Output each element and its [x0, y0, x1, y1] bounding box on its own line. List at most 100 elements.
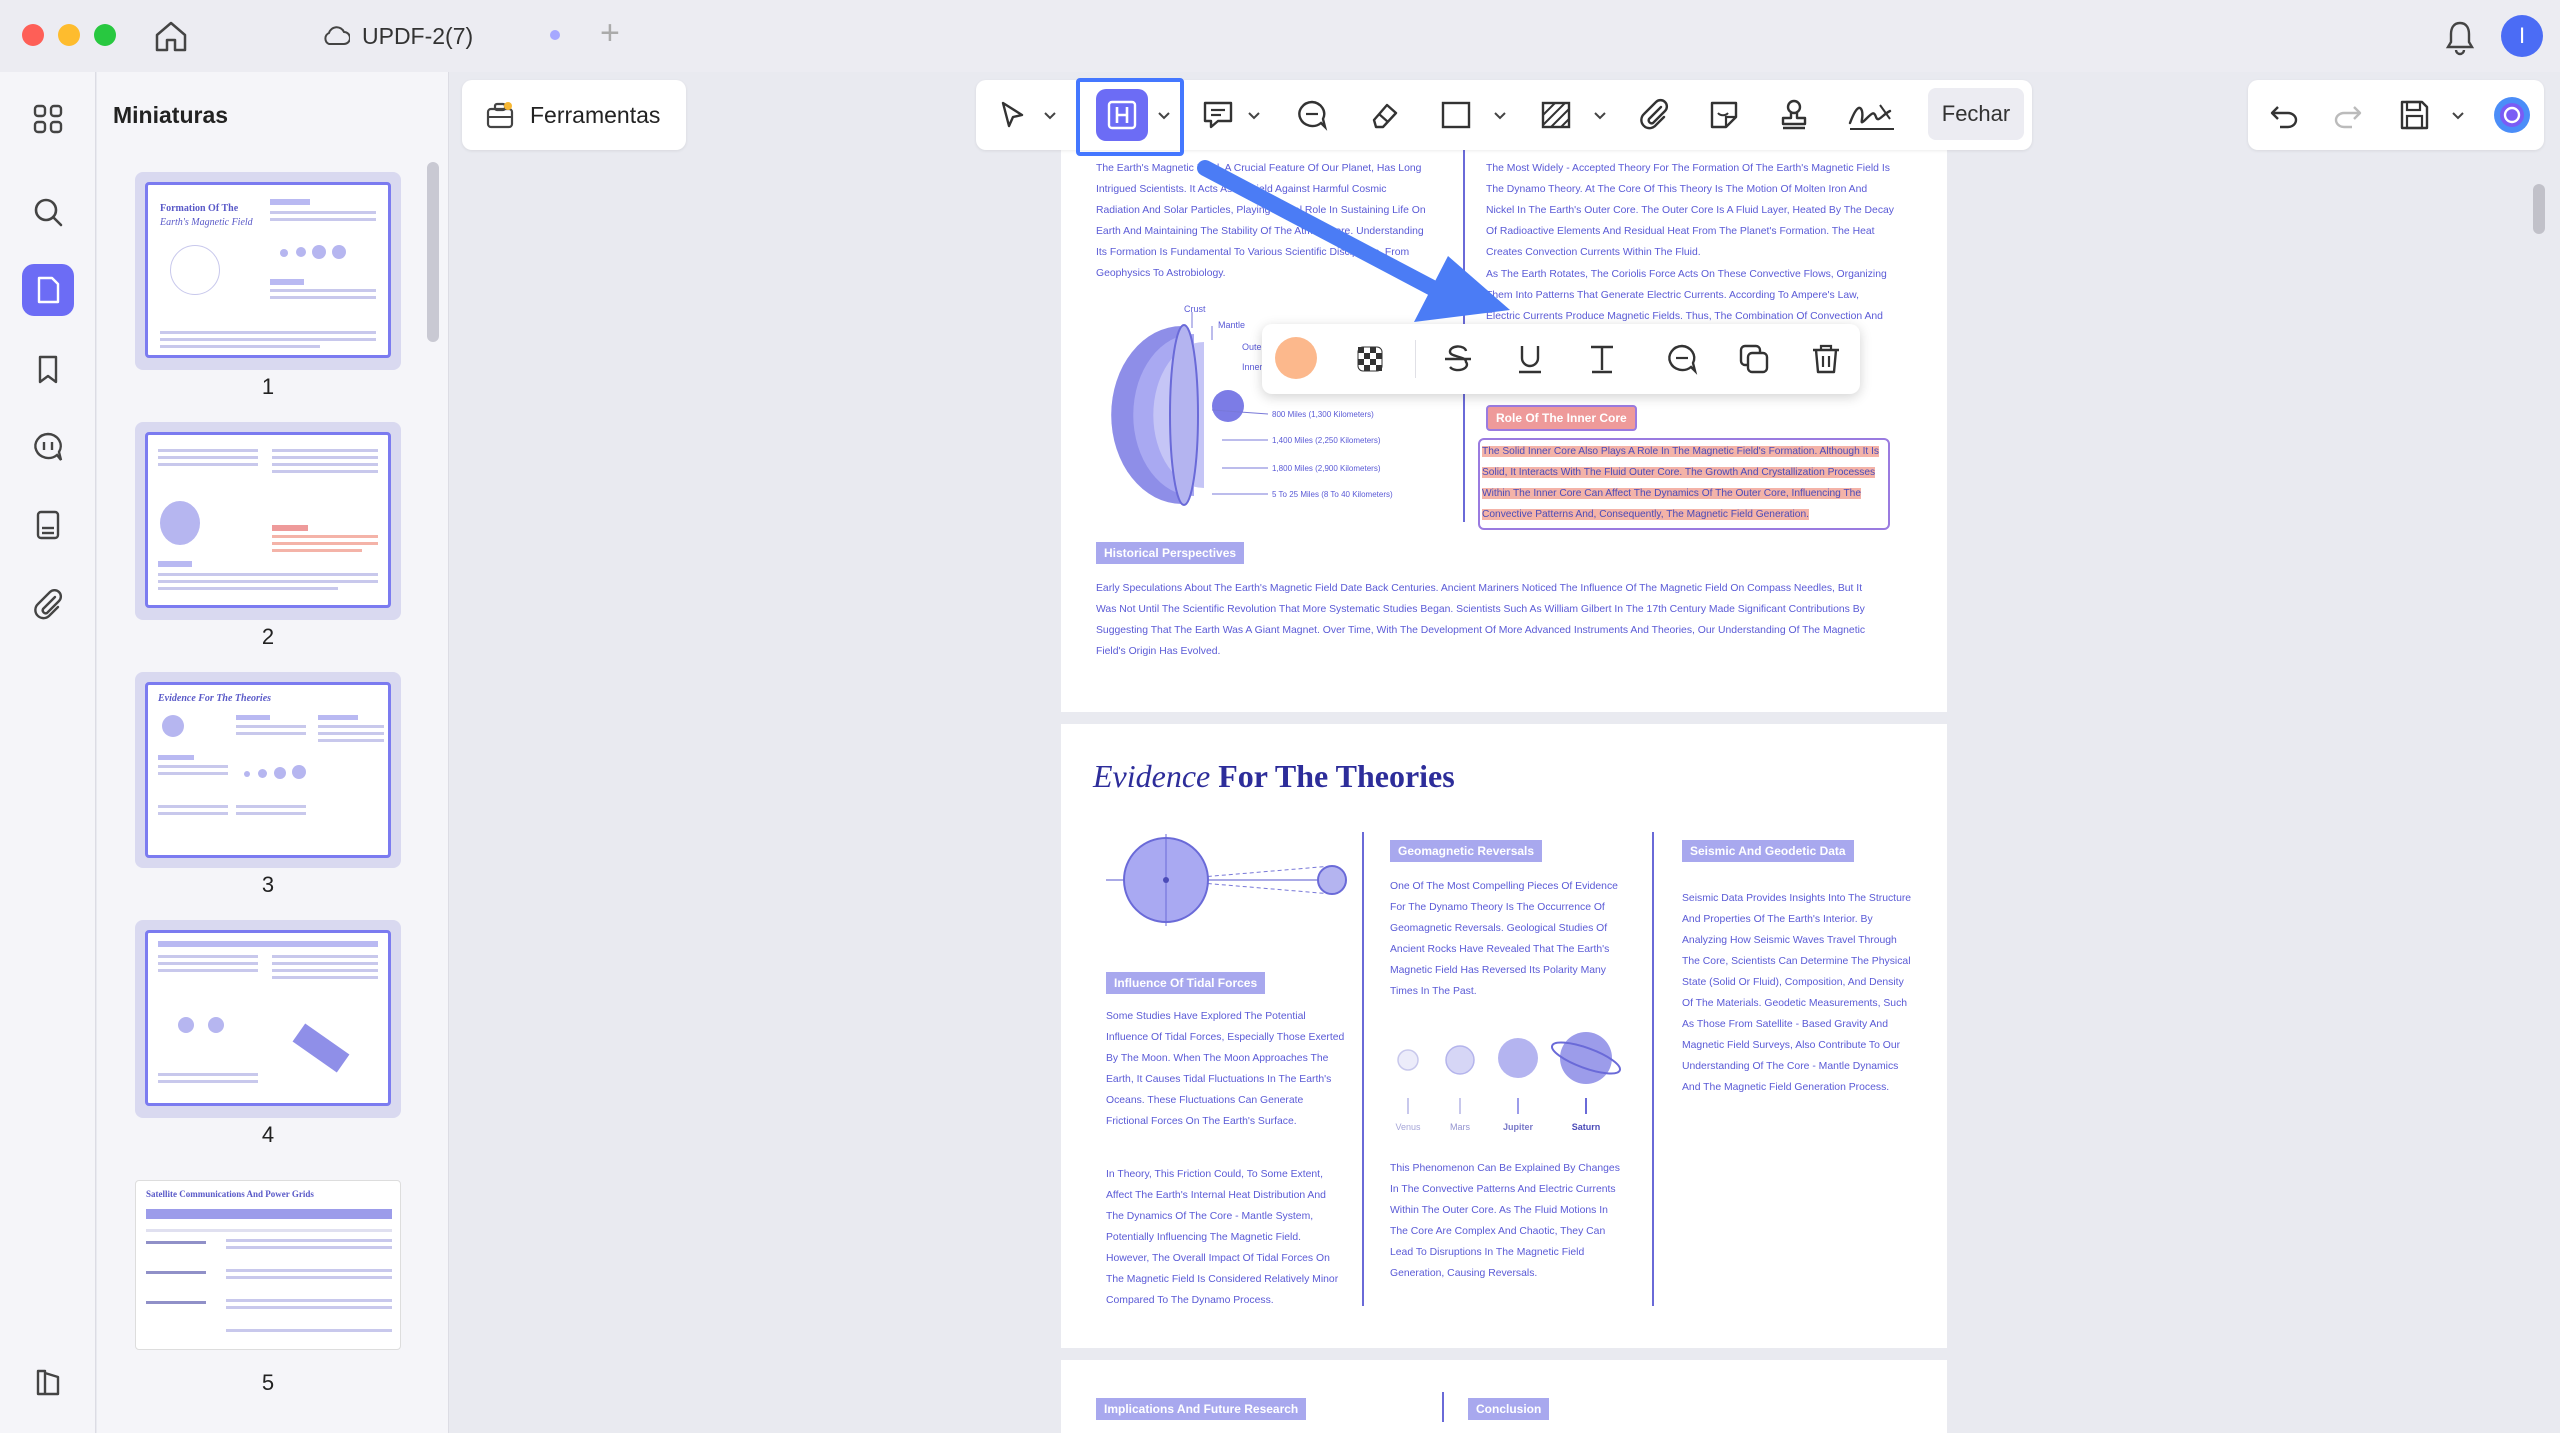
cloud-icon	[324, 26, 350, 45]
sticker-icon[interactable]	[1706, 97, 1742, 133]
seismic-badge[interactable]: Seismic And Geodetic Data	[1682, 840, 1854, 862]
copy-icon[interactable]	[1736, 341, 1772, 377]
attachment-icon[interactable]	[1636, 97, 1672, 133]
inner-core-text[interactable]: The Solid Inner Core Also Plays A Role I…	[1482, 441, 1887, 525]
seismic-text[interactable]: Seismic Data Provides Insights Into The …	[1682, 888, 1914, 1098]
planet-label: Mars	[1450, 1122, 1470, 1132]
rectangle-icon[interactable]	[1438, 97, 1474, 133]
bookmark-icon[interactable]	[22, 343, 74, 395]
forms-icon[interactable]	[22, 499, 74, 551]
tidal-text-2[interactable]: In Theory, This Friction Could, To Some …	[1106, 1164, 1346, 1311]
title-bar: UPDF-2(7) + I	[0, 0, 2560, 72]
panel-title: Miniaturas	[113, 102, 229, 128]
tidal-forces-diagram	[1106, 834, 1347, 926]
underline-icon[interactable]	[1512, 341, 1548, 377]
thumbnail-page-3[interactable]: Evidence For The Theories	[135, 672, 401, 868]
thumbnail-page-1[interactable]: Formation Of The Earth's Magnetic Field	[135, 172, 401, 370]
intro-right-text[interactable]: The Most Widely - Accepted Theory For Th…	[1486, 158, 1894, 263]
pdf-page-3[interactable]	[1061, 1360, 1947, 1433]
depth-label: 1,400 Miles (2,250 Kilometers)	[1272, 436, 1381, 445]
bell-icon[interactable]	[2442, 18, 2478, 56]
highlight-icon	[1107, 100, 1137, 130]
history-toolbar	[2248, 80, 2544, 150]
chevron-down-icon[interactable]	[1248, 112, 1260, 120]
ai-assistant-icon[interactable]	[2492, 95, 2532, 135]
column-divider	[1442, 1392, 1444, 1422]
avatar[interactable]: I	[2501, 15, 2543, 57]
note-icon[interactable]	[1294, 97, 1330, 133]
thumbnail-title: Evidence For The Theories	[158, 693, 272, 704]
document-tab[interactable]: UPDF-2(7)	[322, 18, 473, 54]
thumbnail-number: 4	[261, 1122, 275, 1147]
planet-label: Jupiter	[1503, 1122, 1534, 1132]
text-icon[interactable]	[1584, 341, 1620, 377]
geomagnetic-badge[interactable]: Geomagnetic Reversals	[1390, 840, 1543, 862]
implications-badge[interactable]: Implications And Future Research	[1096, 1398, 1307, 1420]
chevron-down-icon[interactable]	[1044, 112, 1056, 120]
comment-icon[interactable]	[1664, 341, 1700, 377]
inner-core-badge[interactable]: Role Of The Inner Core	[1486, 405, 1637, 431]
signature-icon[interactable]	[1846, 97, 1898, 133]
thumbnail-number: 3	[261, 872, 275, 897]
chevron-down-icon[interactable]	[1494, 112, 1506, 120]
highlight-color-swatch[interactable]	[1275, 337, 1317, 379]
save-icon[interactable]	[2396, 97, 2432, 133]
planets-diagram: Venus Mars Jupiter Saturn	[1395, 1032, 1622, 1132]
thumbnail-number: 1	[261, 374, 275, 399]
new-tab-button[interactable]: +	[600, 16, 620, 50]
layer-label: Mantle	[1218, 320, 1245, 330]
strikethrough-icon[interactable]	[1440, 341, 1476, 377]
thumbnail-page-5[interactable]: Satellite Communications And Power Grids	[135, 1180, 401, 1352]
opacity-icon[interactable]	[1352, 341, 1388, 377]
thumbnail-page-4[interactable]	[135, 920, 401, 1118]
close-editing-button[interactable]: Fechar	[1928, 88, 2024, 140]
minimize-window-button[interactable]	[58, 24, 80, 46]
close-window-button[interactable]	[22, 24, 44, 46]
thumbnails-scrollbar[interactable]	[427, 162, 439, 342]
phenomenon-text[interactable]: This Phenomenon Can Be Explained By Chan…	[1390, 1158, 1626, 1284]
thumbnail-page-2[interactable]	[135, 422, 401, 620]
thumbnail-number: 5	[261, 1370, 275, 1395]
chevron-down-icon[interactable]	[2452, 112, 2464, 120]
zoom-window-button[interactable]	[94, 24, 116, 46]
select-icon[interactable]	[994, 97, 1030, 133]
search-icon[interactable]	[22, 186, 74, 238]
home-icon[interactable]	[152, 18, 190, 54]
historical-text[interactable]: Early Speculations About The Earth's Mag…	[1096, 578, 1866, 662]
text-comment-icon[interactable]	[1200, 97, 1236, 133]
planet-label: Saturn	[1572, 1122, 1601, 1132]
eraser-icon[interactable]	[1366, 97, 1402, 133]
undo-icon[interactable]	[2266, 97, 2302, 133]
toolbar-divider	[1415, 340, 1416, 378]
highlight-properties-toolbar	[1262, 324, 1860, 394]
conclusion-badge[interactable]: Conclusion	[1468, 1398, 1550, 1420]
delete-icon[interactable]	[1808, 341, 1844, 377]
historical-badge[interactable]: Historical Perspectives	[1096, 542, 1245, 564]
grid-icon[interactable]	[22, 93, 74, 145]
planet-label: Venus	[1395, 1122, 1421, 1132]
intro-left-text[interactable]: The Earth's Magnetic Field, A Crucial Fe…	[1096, 158, 1426, 284]
thumbnail-subtitle: Earth's Magnetic Field	[160, 217, 253, 228]
geomagnetic-text[interactable]: One Of The Most Compelling Pieces Of Evi…	[1390, 876, 1626, 1002]
document-title: UPDF-2(7)	[362, 22, 474, 49]
tidal-text[interactable]: Some Studies Have Explored The Potential…	[1106, 1006, 1346, 1132]
tools-button[interactable]: Ferramentas	[462, 80, 686, 150]
pages-icon[interactable]	[22, 264, 74, 316]
chevron-down-icon[interactable]	[1594, 112, 1606, 120]
document-scrollbar[interactable]	[2533, 184, 2545, 234]
redo-icon[interactable]	[2330, 97, 2366, 133]
layers-icon[interactable]	[22, 1356, 74, 1408]
comment-icon[interactable]	[22, 421, 74, 473]
area-fill-icon[interactable]	[1538, 97, 1574, 133]
unsaved-indicator	[550, 30, 560, 40]
highlight-button[interactable]	[1096, 89, 1148, 141]
layer-label: Crust	[1184, 304, 1206, 314]
stamp-icon[interactable]	[1776, 97, 1812, 133]
depth-label: 800 Miles (1,300 Kilometers)	[1272, 410, 1374, 419]
left-rail	[0, 72, 96, 1433]
toolbox-icon	[486, 102, 514, 129]
attachment-icon[interactable]	[22, 578, 74, 630]
thumbnails-panel: Miniaturas Formation Of The Earth's Magn…	[97, 72, 449, 1433]
tidal-badge[interactable]: Influence Of Tidal Forces	[1106, 972, 1266, 994]
evidence-title[interactable]: Evidence For The Theories	[1093, 758, 1455, 795]
